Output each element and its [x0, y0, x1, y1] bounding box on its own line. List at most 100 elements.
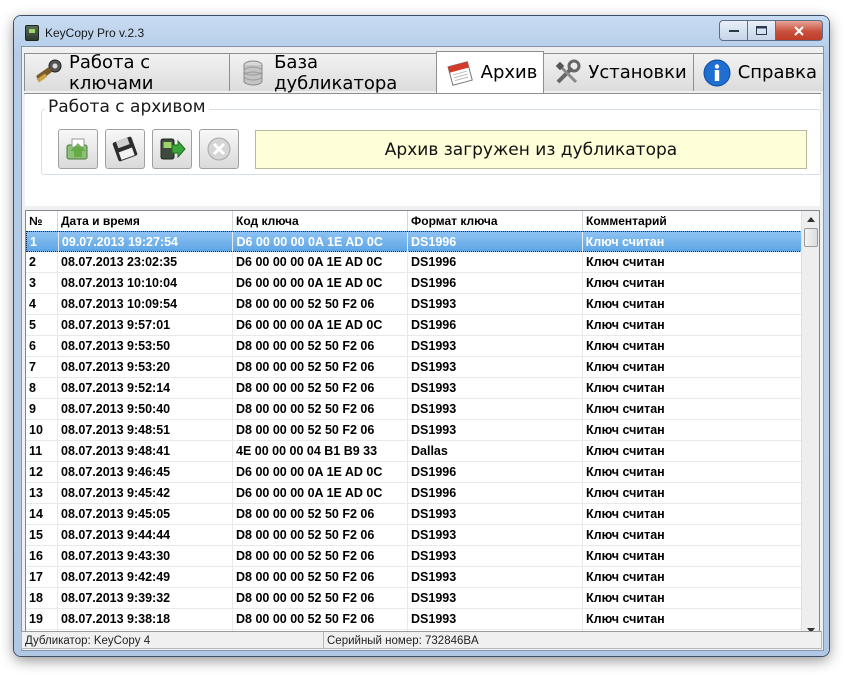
save-archive-button[interactable]	[105, 129, 145, 169]
scroll-thumb[interactable]	[804, 228, 818, 247]
minimize-button[interactable]	[719, 20, 748, 41]
table-row[interactable]: 12 08.07.2013 9:46:45 D6 00 00 00 0A 1E AD…	[26, 462, 802, 483]
tab-archive[interactable]: Архив	[435, 51, 545, 93]
cell-datetime: 08.07.2013 9:50:40	[58, 399, 233, 419]
cell-comment: Ключ считан	[586, 276, 665, 290]
table-row[interactable]: 19 08.07.2013 9:38:18 D8 00 00 00 52 50 F2…	[26, 609, 802, 630]
column-header-key-format[interactable]: Формат ключа	[408, 211, 583, 231]
cell-number: 17	[26, 567, 58, 587]
window-controls	[719, 20, 823, 41]
table-row[interactable]: 17 08.07.2013 9:42:49 D8 00 00 00 52 50 F2…	[26, 567, 802, 588]
cell-number: 10	[26, 420, 58, 440]
cell-number: 15	[26, 525, 58, 545]
chevron-up-icon	[806, 217, 815, 222]
load-archive-button[interactable]	[58, 129, 98, 169]
cell-key-code: D8 00 00 00 52 50 F2 06	[233, 609, 408, 629]
table-row[interactable]: 5 08.07.2013 9:57:01 D6 00 00 00 0A 1E AD …	[26, 315, 802, 336]
window-title: KeyCopy Pro v.2.3	[45, 26, 145, 40]
delete-archive-button[interactable]	[199, 129, 239, 169]
cell-number: 6	[26, 336, 58, 356]
cell-key-format: Dallas	[408, 441, 583, 461]
cell-key-format: DS1996	[408, 462, 583, 482]
cell-datetime: 08.07.2013 9:52:14	[58, 378, 233, 398]
archive-status-message: Архив загружен из дубликатора	[255, 130, 807, 169]
cell-comment: Ключ считан	[586, 549, 665, 563]
close-button[interactable]	[776, 20, 823, 41]
tab-settings[interactable]: Установки	[543, 53, 694, 91]
cell-datetime: 08.07.2013 9:43:30	[58, 546, 233, 566]
cell-key-code: D8 00 00 00 52 50 F2 06	[233, 567, 408, 587]
table-row[interactable]: 1 09.07.2013 19:27:54 D6 00 00 00 0A 1E AD…	[26, 231, 802, 252]
table-row[interactable]: 6 08.07.2013 9:53:50 D8 00 00 00 52 50 F2 …	[26, 336, 802, 357]
table-row[interactable]: 13 08.07.2013 9:45:42 D6 00 00 00 0A 1E AD…	[26, 483, 802, 504]
table-row[interactable]: 9 08.07.2013 9:50:40 D8 00 00 00 52 50 F2 …	[26, 399, 802, 420]
cell-key-code: D8 00 00 00 52 50 F2 06	[233, 357, 408, 377]
column-header-datetime[interactable]: Дата и время	[58, 211, 233, 231]
table-row[interactable]: 18 08.07.2013 9:39:32 D8 00 00 00 52 50 F2…	[26, 588, 802, 609]
cell-comment: Ключ считан	[586, 381, 665, 395]
cell-comment: Ключ считан	[586, 486, 665, 500]
archive-panel: Работа с архивом Архив загружен из дубли…	[25, 94, 821, 206]
cell-key-code: D6 00 00 00 0A 1E AD 0C	[233, 232, 409, 252]
cell-number: 1	[27, 232, 59, 252]
tab-archive-label: Архив	[480, 62, 538, 83]
maximize-button[interactable]	[748, 20, 776, 41]
table-row[interactable]: 10 08.07.2013 9:48:51 D8 00 00 00 52 50 F2…	[26, 420, 802, 441]
cell-comment: Ключ считан	[586, 528, 665, 542]
cell-datetime: 08.07.2013 9:44:44	[58, 525, 233, 545]
table-row[interactable]: 8 08.07.2013 9:52:14 D8 00 00 00 52 50 F2 …	[26, 378, 802, 399]
cell-number: 19	[26, 609, 58, 629]
table-row[interactable]: 11 08.07.2013 9:48:41 4E 00 00 00 04 B1 B9…	[26, 441, 802, 462]
tab-database[interactable]: База дубликатора	[229, 52, 437, 94]
table-row[interactable]: 7 08.07.2013 9:53:20 D8 00 00 00 52 50 F2 …	[26, 357, 802, 378]
title-bar[interactable]: KeyCopy Pro v.2.3	[14, 16, 829, 46]
cell-key-format: DS1993	[408, 504, 583, 524]
table-row[interactable]: 14 08.07.2013 9:45:05 D8 00 00 00 52 50 F2…	[26, 504, 802, 525]
cell-comment: Ключ считан	[586, 255, 665, 269]
cell-key-format: DS1993	[408, 609, 583, 629]
tab-help[interactable]: Справка	[692, 53, 824, 91]
cell-key-format: DS1993	[408, 546, 583, 566]
tab-keys[interactable]: Работа с ключами	[24, 51, 231, 94]
cell-number: 14	[26, 504, 58, 524]
scroll-up-button[interactable]	[802, 211, 819, 228]
maximize-icon	[756, 26, 767, 35]
cell-datetime: 08.07.2013 10:09:54	[58, 294, 233, 314]
archive-table: № Дата и время Код ключа Формат ключа Ко…	[25, 210, 820, 640]
column-header-number[interactable]: №	[26, 211, 58, 231]
table-row[interactable]: 15 08.07.2013 9:44:44 D8 00 00 00 52 50 F2…	[26, 525, 802, 546]
cell-comment: Ключ считан	[586, 612, 665, 626]
cell-key-code: D8 00 00 00 52 50 F2 06	[233, 504, 408, 524]
cell-key-code: D8 00 00 00 52 50 F2 06	[233, 399, 408, 419]
key-icon	[33, 58, 63, 88]
table-row[interactable]: 3 08.07.2013 10:10:04 D6 00 00 00 0A 1E AD…	[26, 273, 802, 294]
send-to-device-icon	[160, 138, 186, 160]
cell-number: 18	[26, 588, 58, 608]
archive-calendar-icon	[445, 58, 475, 88]
cell-datetime: 08.07.2013 9:48:51	[58, 420, 233, 440]
cell-datetime: 08.07.2013 9:46:45	[58, 462, 233, 482]
client-area: Работа с ключами База дубликатора Архив …	[21, 46, 824, 651]
delete-icon	[207, 137, 231, 161]
status-bar: Дубликатор: KeyCopy 4 Серийный номер: 73…	[21, 631, 822, 649]
column-header-key-code[interactable]: Код ключа	[233, 211, 408, 231]
cell-comment: Ключ считан	[586, 360, 665, 374]
vertical-scrollbar[interactable]	[801, 211, 819, 639]
table-header: № Дата и время Код ключа Формат ключа Ко…	[26, 211, 802, 232]
cell-datetime: 08.07.2013 23:02:35	[58, 252, 233, 272]
table-row[interactable]: 16 08.07.2013 9:43:30 D8 00 00 00 52 50 F2…	[26, 546, 802, 567]
column-header-comment[interactable]: Комментарий	[583, 211, 802, 231]
table-row[interactable]: 2 08.07.2013 23:02:35 D6 00 00 00 0A 1E AD…	[26, 252, 802, 273]
load-archive-icon	[66, 138, 88, 160]
cell-datetime: 08.07.2013 9:45:42	[58, 483, 233, 503]
cell-comment: Ключ считан	[586, 591, 665, 605]
cell-number: 7	[26, 357, 58, 377]
status-device: Дубликатор: KeyCopy 4	[21, 631, 324, 649]
tab-keys-label: Работа с ключами	[69, 51, 154, 94]
table-row[interactable]: 4 08.07.2013 10:09:54 D8 00 00 00 52 50 F2…	[26, 294, 802, 315]
cell-key-format: DS1993	[408, 567, 583, 587]
cell-key-format: DS1996	[408, 232, 583, 252]
cell-comment: Ключ считан	[586, 318, 665, 332]
send-to-device-button[interactable]	[152, 129, 192, 169]
tab-help-label: Справка	[737, 62, 817, 83]
